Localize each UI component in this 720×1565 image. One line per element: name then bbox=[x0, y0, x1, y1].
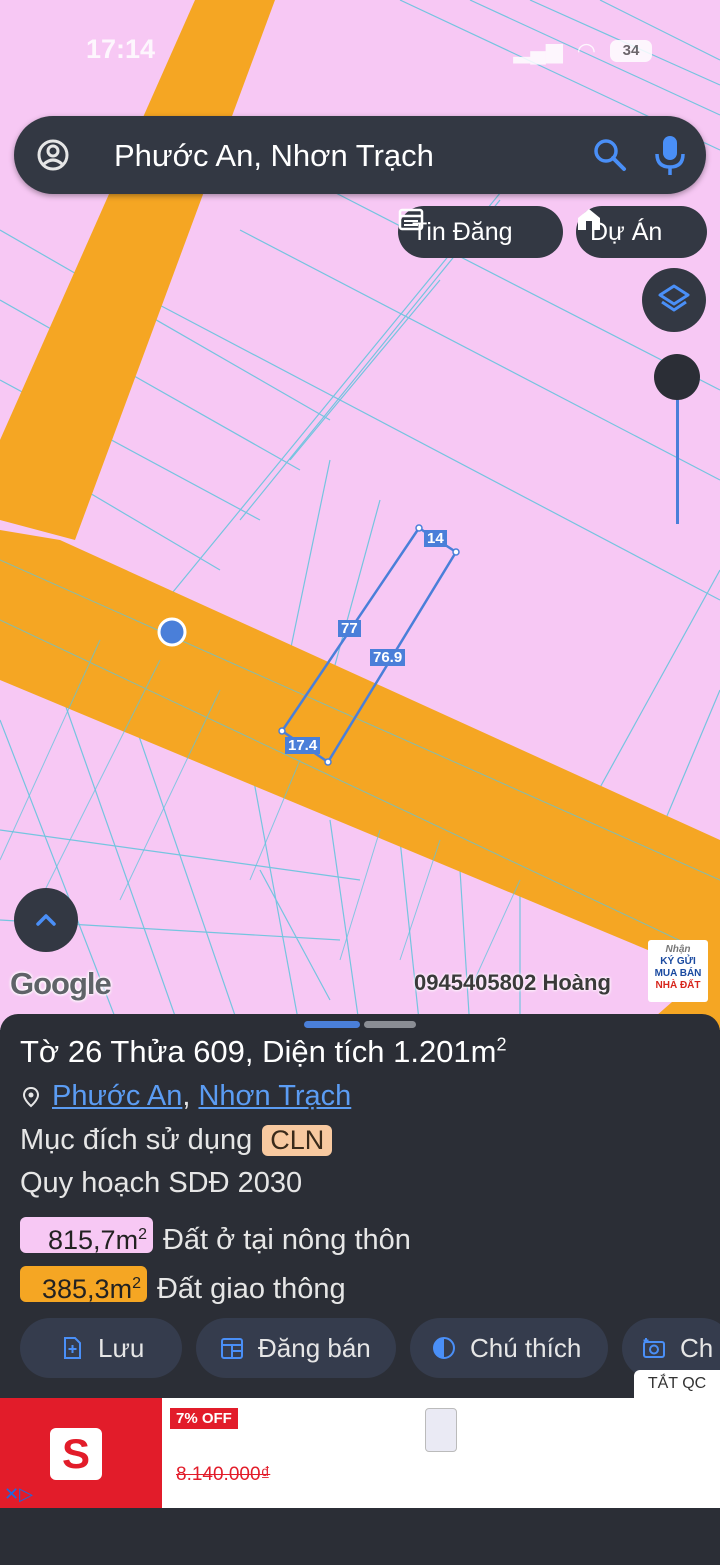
current-location-icon bbox=[157, 617, 187, 647]
sheet-handle[interactable] bbox=[364, 1021, 416, 1028]
listings-chip-label: Tin Đăng bbox=[412, 217, 513, 246]
status-time: 17:14 bbox=[86, 34, 156, 64]
search-icon[interactable] bbox=[592, 137, 628, 173]
post-for-sale-button[interactable]: Đăng bán bbox=[196, 1318, 396, 1378]
close-ad-button[interactable]: TẮT QC bbox=[634, 1370, 720, 1398]
layers-button[interactable] bbox=[642, 268, 706, 332]
google-logo: Google bbox=[10, 966, 112, 1001]
calendar-list-icon bbox=[221, 1338, 243, 1359]
area-chip-residential: 815,7m2 bbox=[20, 1217, 153, 1255]
opacity-slider-handle[interactable] bbox=[654, 354, 700, 400]
parcel-title: Tờ 26 Thửa 609, Diện tích 1.201m2 bbox=[20, 1034, 507, 1069]
layers-icon bbox=[658, 284, 690, 312]
ad-brand-logo: S bbox=[50, 1428, 102, 1480]
measure-label-right: 76.9 bbox=[370, 649, 406, 666]
battery-icon: 34 bbox=[610, 40, 652, 62]
add-document-icon bbox=[64, 1337, 81, 1359]
ward-link[interactable]: Phước An bbox=[52, 1080, 182, 1112]
map-view[interactable]: 14 77 76.9 17.4 17:14 ▂▄▆ ◠ 34 Phước An,… bbox=[0, 0, 720, 1030]
land-use-row: Mục đích sử dụng CLN bbox=[20, 1124, 333, 1157]
brand-badge: Nhận KÝ GỬI MUA BÁN NHÀ ĐẤT bbox=[648, 940, 708, 1002]
measure-label-left: 77 bbox=[338, 620, 361, 637]
measure-label-top: 14 bbox=[424, 530, 447, 547]
search-bar[interactable] bbox=[14, 116, 706, 194]
ad-product-image bbox=[425, 1408, 457, 1452]
ad-original-price: 8.140.000₫ bbox=[176, 1464, 271, 1485]
bottom-bar bbox=[0, 1508, 720, 1565]
district-link[interactable]: Nhơn Trạch bbox=[198, 1080, 351, 1112]
action-bar: Lưu Đăng bán Chú thích Ch bbox=[0, 1318, 720, 1382]
legend-button[interactable]: Chú thích bbox=[410, 1318, 608, 1378]
location-pin-icon bbox=[22, 1087, 40, 1108]
account-icon[interactable] bbox=[36, 138, 70, 172]
watermark-text: 0945405802 Hoàng bbox=[414, 970, 611, 995]
parcel-location: Phước An, Nhơn Trạch bbox=[20, 1080, 351, 1113]
area-row-road: 385,3m2 Đất giao thông bbox=[20, 1266, 346, 1306]
sheet-handle-active[interactable] bbox=[304, 1021, 360, 1028]
status-icons: ▂▄▆ ◠ 34 bbox=[513, 38, 652, 64]
capture-button[interactable]: Ch bbox=[622, 1318, 720, 1378]
ad-choices-icon[interactable]: ✕▷ bbox=[4, 1484, 33, 1505]
calendar-list-icon bbox=[398, 208, 424, 231]
microphone-icon[interactable] bbox=[652, 134, 688, 176]
listings-chip[interactable]: Tin Đăng bbox=[398, 206, 563, 258]
measure-label-bottom: 17.4 bbox=[285, 737, 321, 754]
ad-banner[interactable]: S 7% OFF 8.140.000₫ ✕▷ bbox=[0, 1398, 720, 1508]
camera-icon bbox=[643, 1338, 665, 1358]
expand-sheet-button[interactable] bbox=[14, 888, 78, 952]
wifi-icon: ◠ bbox=[576, 38, 596, 63]
chevron-up-icon bbox=[36, 914, 56, 926]
parcel-info-sheet[interactable]: Tờ 26 Thửa 609, Diện tích 1.201m2 Phước … bbox=[0, 1014, 720, 1400]
signal-icon: ▂▄▆ bbox=[513, 38, 563, 63]
area-chip-road: 385,3m2 bbox=[20, 1266, 147, 1304]
status-bar: 17:14 ▂▄▆ ◠ 34 bbox=[0, 34, 720, 74]
contrast-icon bbox=[433, 1337, 455, 1359]
land-use-badge: CLN bbox=[262, 1125, 333, 1156]
save-button[interactable]: Lưu bbox=[20, 1318, 182, 1378]
ad-discount-badge: 7% OFF bbox=[170, 1408, 238, 1429]
home-icon bbox=[578, 209, 600, 230]
search-input[interactable] bbox=[112, 130, 586, 182]
planning-label: Quy hoạch SDĐ 2030 bbox=[20, 1167, 303, 1199]
projects-chip[interactable]: Dự Án bbox=[576, 206, 707, 258]
area-row-residential: 815,7m2 Đất ở tại nông thôn bbox=[20, 1217, 411, 1257]
